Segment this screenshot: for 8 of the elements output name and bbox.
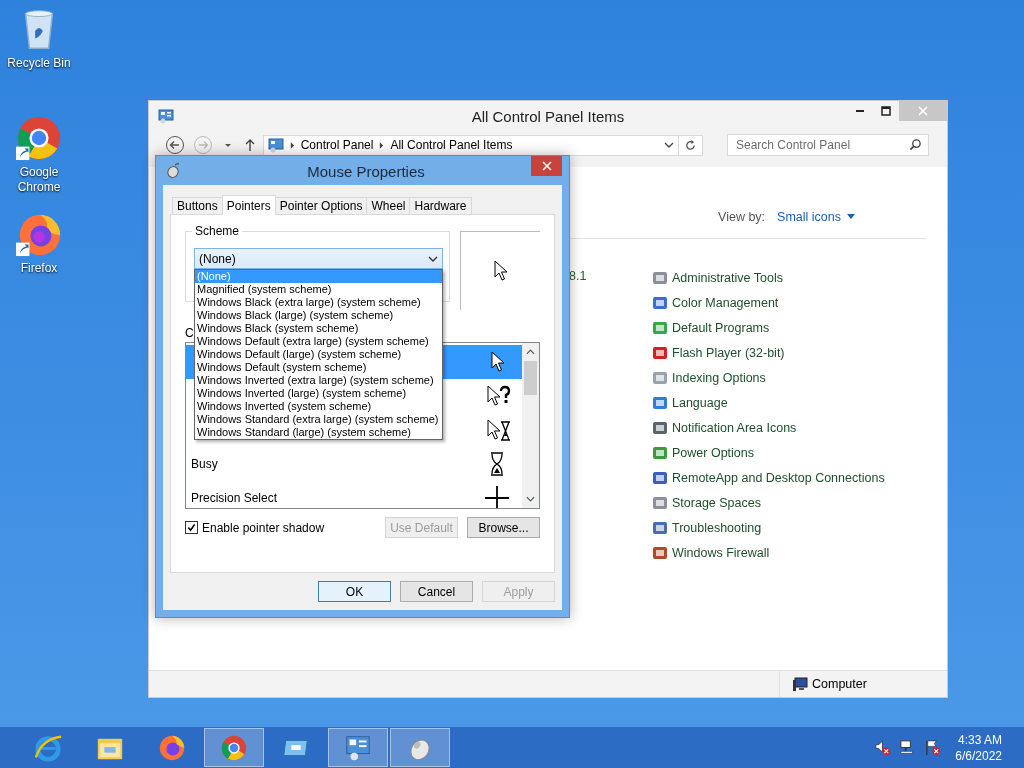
dialog-title: Mouse Properties: [306, 163, 426, 180]
group-label: Scheme: [192, 224, 243, 238]
clock-date: 6/6/2022: [955, 747, 1002, 764]
customize-label: C: [185, 326, 194, 340]
clock-time: 4:33 AM: [957, 731, 1002, 748]
view-by-label: View by:: [718, 210, 766, 224]
status-bar-text: Computer: [812, 677, 867, 691]
window-title: All Control Panel Items: [470, 107, 626, 125]
